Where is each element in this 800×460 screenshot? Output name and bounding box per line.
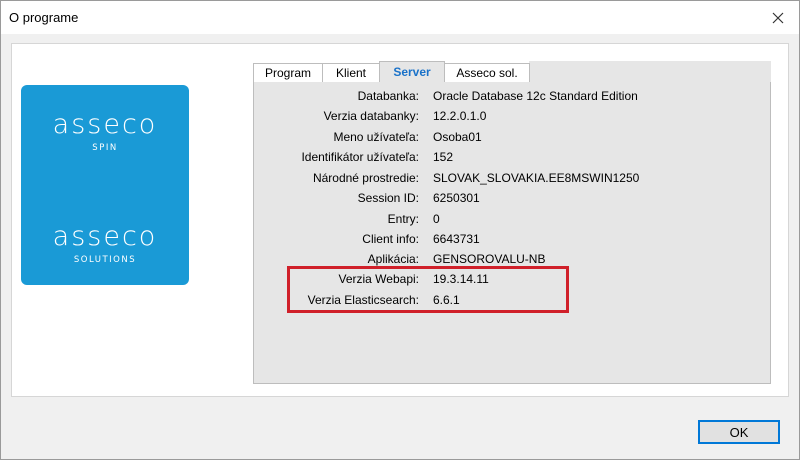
info-label: Meno užívateľa: <box>333 130 419 144</box>
info-value: Oracle Database 12c Standard Edition <box>433 89 638 103</box>
info-label: Databanka: <box>357 89 419 103</box>
title-bar[interactable]: O programe <box>1 1 799 34</box>
info-label: Session ID: <box>357 191 419 205</box>
logo-sub-spin: SPIN <box>92 143 118 153</box>
info-value: Osoba01 <box>433 130 482 144</box>
asseco-logo: asseco SPIN asseco SOLUTIONS <box>21 85 189 285</box>
tab-strip: Program Klient Server Asseco sol. <box>253 61 771 83</box>
logo-wordmark-spin: asseco <box>52 109 158 140</box>
logo-wordmark-solutions: asseco <box>52 221 158 252</box>
info-row-identifikator: Identifikátor užívateľa: 152 <box>253 147 771 167</box>
logo-sub-solutions: SOLUTIONS <box>73 255 137 265</box>
info-value: SLOVAK_SLOVAKIA.EE8MSWIN1250 <box>433 171 640 185</box>
window-title: O programe <box>9 10 79 25</box>
tab-server[interactable]: Server <box>379 61 445 83</box>
info-label: Client info: <box>362 232 419 246</box>
info-row-client-info: Client info: 6643731 <box>253 229 771 249</box>
info-value: 0 <box>433 212 440 226</box>
info-label: Identifikátor užívateľa: <box>301 150 419 164</box>
highlight-box <box>287 266 569 313</box>
info-row-verzia-databanky: Verzia databanky: 12.2.0.1.0 <box>253 106 771 126</box>
about-dialog: O programe asseco SPIN asseco SOLUTIONS … <box>0 0 800 460</box>
info-value: 6643731 <box>433 232 480 246</box>
tab-program[interactable]: Program <box>253 63 323 83</box>
info-row-meno-uzivatela: Meno užívateľa: Osoba01 <box>253 127 771 147</box>
info-label: Aplikácia: <box>367 252 419 266</box>
info-value: 12.2.0.1.0 <box>433 109 487 123</box>
tab-asseco-sol[interactable]: Asseco sol. <box>444 63 530 83</box>
info-row-databanka: Databanka: Oracle Database 12c Standard … <box>253 86 771 106</box>
info-row-session-id: Session ID: 6250301 <box>253 188 771 208</box>
info-value: 152 <box>433 150 454 164</box>
info-label: Verzia databanky: <box>323 109 419 123</box>
close-icon[interactable] <box>769 9 787 27</box>
ok-button[interactable]: OK <box>698 420 780 444</box>
info-label: Entry: <box>387 212 419 226</box>
tab-klient[interactable]: Klient <box>322 63 380 83</box>
info-label: Národné prostredie: <box>312 171 419 185</box>
info-row-narodne-prostredie: Národné prostredie: SLOVAK_SLOVAKIA.EE8M… <box>253 168 771 188</box>
info-value: 6250301 <box>433 191 480 205</box>
info-value: GENSOROVALU-NB <box>433 252 546 266</box>
info-row-entry: Entry: 0 <box>253 209 771 229</box>
